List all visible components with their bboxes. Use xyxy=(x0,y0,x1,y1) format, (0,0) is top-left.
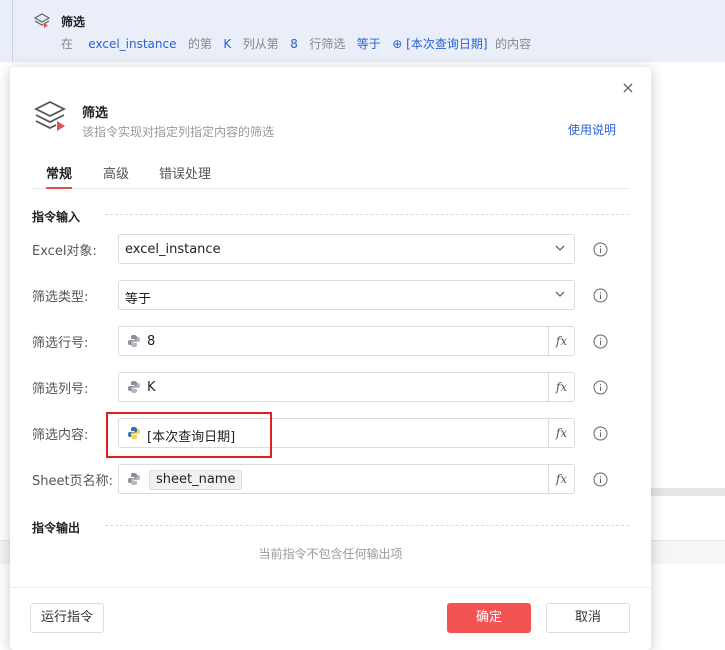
info-icon[interactable] xyxy=(593,334,608,349)
section-divider xyxy=(105,214,629,215)
fx-icon[interactable]: fx xyxy=(548,373,574,401)
step-description: 在 excel_instance 的第 K 列从第 8 行筛选 等于 ⊕ [本次… xyxy=(61,37,532,51)
layers-icon xyxy=(33,100,67,131)
confirm-button[interactable]: 确定 xyxy=(447,603,531,633)
run-command-button[interactable]: 运行指令 xyxy=(30,603,104,633)
tab-advanced[interactable]: 高级 xyxy=(103,163,129,189)
fx-icon[interactable]: fx xyxy=(548,327,574,355)
info-icon[interactable] xyxy=(593,288,608,303)
excel-object-value: excel_instance xyxy=(125,242,221,257)
dialog-subtitle: 该指令实现对指定列指定内容的筛选 xyxy=(82,125,275,139)
cancel-button[interactable]: 取消 xyxy=(546,603,630,633)
step-connector-line xyxy=(12,0,13,62)
sheet-name-label: Sheet页名称: xyxy=(32,474,113,489)
filter-content-label: 筛选内容: xyxy=(32,428,89,443)
python-icon xyxy=(128,335,140,347)
filter-row-label: 筛选行号: xyxy=(32,336,89,351)
excel-object-select[interactable]: excel_instance xyxy=(118,234,575,264)
python-icon-small: ⊕ xyxy=(392,37,403,51)
filter-row-value: 8 xyxy=(147,334,156,349)
layers-icon xyxy=(34,13,50,28)
workflow-step[interactable]: 筛选 在 excel_instance 的第 K 列从第 8 行筛选 等于 ⊕ … xyxy=(0,0,725,62)
filter-type-label: 筛选类型: xyxy=(32,290,89,305)
filter-row-input[interactable]: 8 fx xyxy=(118,326,575,356)
output-section-title: 指令输出 xyxy=(32,521,81,535)
close-icon[interactable]: × xyxy=(619,79,637,97)
tab-general[interactable]: 常规 xyxy=(46,163,73,189)
chevron-down-icon xyxy=(555,245,565,251)
info-icon[interactable] xyxy=(593,472,608,487)
info-icon[interactable] xyxy=(593,380,608,395)
section-divider xyxy=(105,525,629,526)
help-link[interactable]: 使用说明 xyxy=(568,121,616,138)
filter-type-select[interactable]: 等于 xyxy=(118,280,575,310)
filter-col-input[interactable]: K fx xyxy=(118,372,575,402)
sheet-name-variable-tag[interactable]: sheet_name xyxy=(149,470,243,490)
step-title: 筛选 xyxy=(61,15,86,29)
excel-object-label: Excel对象: xyxy=(32,244,97,259)
input-section-title: 指令输入 xyxy=(32,210,81,224)
info-icon[interactable] xyxy=(593,242,608,257)
filter-type-value: 等于 xyxy=(125,292,152,307)
footer-divider xyxy=(10,587,651,588)
dialog-title: 筛选 xyxy=(82,106,109,121)
filter-dialog: × 筛选 该指令实现对指定列指定内容的筛选 使用说明 常规 高级 错误处理 指令… xyxy=(10,67,651,650)
tab-bar: 常规 高级 错误处理 xyxy=(32,163,629,189)
python-icon xyxy=(128,381,140,393)
highlight-box xyxy=(106,412,272,458)
fx-icon[interactable]: fx xyxy=(548,465,574,493)
filter-col-label: 筛选列号: xyxy=(32,382,89,397)
output-empty-note: 当前指令不包含任何输出项 xyxy=(258,547,403,561)
background-divider xyxy=(640,488,725,496)
python-icon xyxy=(128,473,140,485)
filter-col-value: K xyxy=(147,380,156,395)
info-icon[interactable] xyxy=(593,426,608,441)
tab-error-handling[interactable]: 错误处理 xyxy=(159,163,211,189)
fx-icon[interactable]: fx xyxy=(548,419,574,447)
sheet-name-input[interactable]: sheet_name fx xyxy=(118,464,575,494)
chevron-down-icon xyxy=(555,291,565,297)
